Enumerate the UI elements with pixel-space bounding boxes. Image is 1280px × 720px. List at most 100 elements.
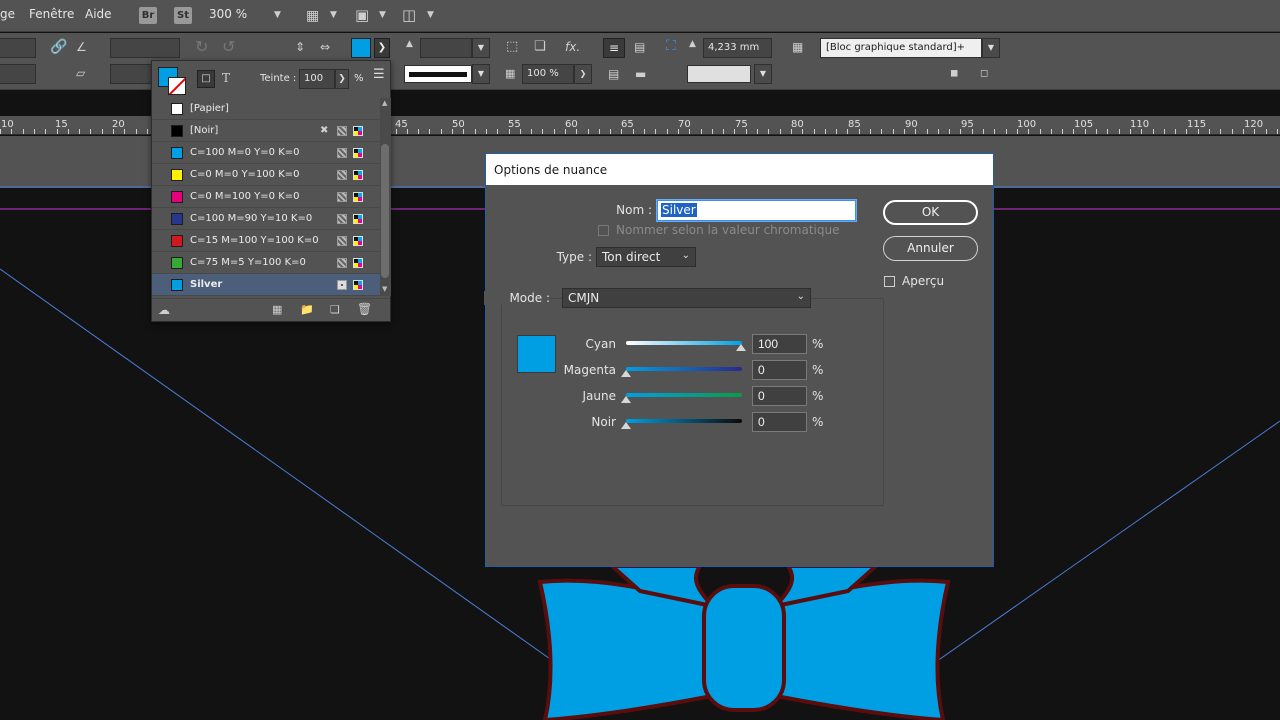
cc-libraries-cloud-icon[interactable]: ☁ (158, 304, 170, 316)
list-item[interactable]: C=0 M=0 Y=100 K=0 (152, 164, 380, 186)
magenta-slider-thumb[interactable] (621, 370, 631, 377)
screen-mode-chevron-down-icon[interactable]: ▼ (379, 10, 386, 20)
panel-menu-icon[interactable]: ☰ (373, 67, 385, 82)
swatch-scrollbar[interactable]: ▲ ▼ (380, 98, 391, 296)
yellow-slider-thumb[interactable] (621, 396, 631, 403)
object-style-field[interactable]: [Bloc graphique standard]+ (820, 38, 982, 58)
opacity-menu-chevron-right-icon[interactable]: ❯ (574, 64, 592, 84)
arrange-chevron-down-icon[interactable]: ▼ (427, 10, 434, 20)
stroke-color-dropdown[interactable]: ▼ (754, 64, 772, 84)
arrange-documents-icon[interactable]: ◫ (402, 8, 416, 23)
scroll-down-icon[interactable]: ▼ (382, 285, 387, 293)
formatting-container-icon[interactable]: □ (197, 70, 215, 88)
list-item[interactable]: C=100 M=0 Y=0 K=0 (152, 142, 380, 164)
mode-select[interactable]: CMJN ⌄ (562, 288, 811, 308)
magenta-slider[interactable] (626, 367, 742, 371)
rotation-field[interactable] (110, 38, 180, 58)
black-input[interactable] (752, 412, 807, 432)
y-field[interactable] (0, 64, 36, 84)
rotate-cw-icon[interactable]: ↻ (195, 39, 208, 55)
cancel-button[interactable]: Annuler (883, 236, 978, 261)
new-swatch-icon[interactable]: ❏ (330, 304, 340, 315)
cyan-input[interactable] (752, 334, 807, 354)
frame-fitting-icon[interactable]: ⬚ (506, 40, 518, 53)
delete-swatch-trash-icon[interactable]: 🗑 (357, 303, 372, 315)
scroll-up-icon[interactable]: ▲ (382, 99, 387, 107)
ruler-tick (621, 129, 622, 134)
style-options-icon[interactable]: ◻ (980, 69, 988, 79)
name-by-value-checkbox[interactable] (598, 225, 609, 236)
swatch-chip (171, 169, 183, 181)
text-wrap-bbox-icon[interactable]: ▤ (634, 41, 645, 53)
screen-mode-icon[interactable]: ▣ (355, 8, 369, 23)
preview-checkbox[interactable] (884, 276, 895, 287)
ruler-tick (633, 129, 634, 134)
stroke-swatch[interactable] (168, 77, 186, 95)
formatting-text-icon[interactable]: T (222, 72, 230, 84)
stroke-weight-stepper-icon[interactable]: ▲ (406, 40, 413, 49)
scrollbar-thumb[interactable] (381, 144, 389, 278)
tint-menu-chevron-right-icon[interactable]: ❯ (335, 69, 349, 89)
new-group-folder-icon[interactable]: 📁 (300, 304, 314, 315)
show-swatch-kinds-icon[interactable]: ▦ (272, 304, 282, 315)
swatch-label: C=15 M=100 Y=100 K=0 (190, 235, 319, 246)
fill-menu-chevron-right-icon[interactable]: ❯ (374, 38, 390, 58)
cyan-slider[interactable] (626, 341, 742, 345)
list-item[interactable]: C=15 M=100 Y=100 K=0 (152, 230, 380, 252)
fill-color-swatch[interactable] (351, 38, 371, 58)
list-item[interactable]: C=100 M=90 Y=10 K=0 (152, 208, 380, 230)
black-slider-thumb[interactable] (621, 422, 631, 429)
stroke-weight-field[interactable] (420, 38, 472, 58)
bridge-button[interactable]: Br (139, 7, 157, 24)
tint-field[interactable]: 100 (299, 69, 335, 89)
yellow-slider[interactable] (626, 393, 742, 397)
menu-item-window[interactable]: Fenêtre (29, 7, 74, 21)
list-item[interactable]: C=75 M=5 Y=100 K=0 (152, 252, 380, 274)
spot-color-icon (337, 280, 347, 290)
view-options-icon[interactable]: ▦ (306, 9, 319, 23)
text-wrap-none-icon[interactable]: ≡ (603, 38, 625, 58)
effects-fx-icon[interactable]: fx. (565, 41, 580, 53)
stroke-color-field[interactable] (687, 65, 751, 83)
rotate-ccw-icon[interactable]: ↺ (222, 39, 235, 55)
align-top-icon[interactable]: ▤ (608, 68, 619, 80)
ok-button[interactable]: OK (883, 200, 978, 225)
clear-overrides-icon[interactable]: ◼ (950, 69, 958, 79)
menu-item-help[interactable]: Aide (85, 7, 112, 21)
no-edit-icon: ✖ (320, 125, 329, 136)
opacity-field[interactable]: 100 % (522, 64, 574, 84)
yellow-input[interactable] (752, 386, 807, 406)
stroke-stepper-icon[interactable]: ▲ (689, 40, 696, 49)
list-item-selected[interactable]: Silver (152, 274, 380, 296)
magenta-input[interactable] (752, 360, 807, 380)
bow-knot (702, 584, 786, 712)
stock-button[interactable]: St (174, 7, 192, 24)
zoom-level[interactable]: 300 % (209, 7, 247, 21)
zoom-chevron-down-icon[interactable]: ▼ (274, 10, 281, 20)
tint-label: Teinte : (260, 73, 297, 84)
list-item[interactable]: [Papier] (152, 98, 380, 120)
menu-item-page[interactable]: ge (0, 7, 15, 21)
name-input[interactable]: Silver (657, 200, 856, 221)
auto-fit-icon[interactable]: ⛶ (666, 39, 676, 53)
ruler-tick (23, 129, 24, 134)
align-center-icon[interactable]: ▬ (635, 68, 646, 80)
stroke-weight-mm-field[interactable]: 4,233 mm (703, 38, 772, 58)
stroke-weight-dropdown[interactable]: ▼ (472, 38, 490, 58)
type-select[interactable]: Ton direct ⌄ (596, 247, 696, 267)
stroke-type-field[interactable] (404, 65, 472, 83)
stroke-type-dropdown[interactable]: ▼ (472, 64, 490, 84)
drop-shadow-icon[interactable]: ❏ (534, 40, 546, 53)
constrain-proportions-icon[interactable]: 🔗 (50, 40, 67, 54)
x-field[interactable] (0, 38, 36, 58)
black-slider[interactable] (626, 419, 742, 423)
flip-horizontal-icon[interactable]: ⇔ (320, 41, 330, 53)
list-item[interactable]: C=0 M=100 Y=0 K=0 (152, 186, 380, 208)
ruler-tick (1220, 129, 1221, 134)
object-style-dropdown[interactable]: ▼ (982, 38, 1000, 58)
cyan-slider-thumb[interactable] (736, 344, 746, 351)
view-chevron-down-icon[interactable]: ▼ (330, 10, 337, 20)
flip-vertical-icon[interactable]: ⇕ (295, 41, 305, 53)
list-item[interactable]: [Noir] ✖ (152, 120, 380, 142)
swatch-label: C=0 M=0 Y=100 K=0 (190, 169, 300, 180)
